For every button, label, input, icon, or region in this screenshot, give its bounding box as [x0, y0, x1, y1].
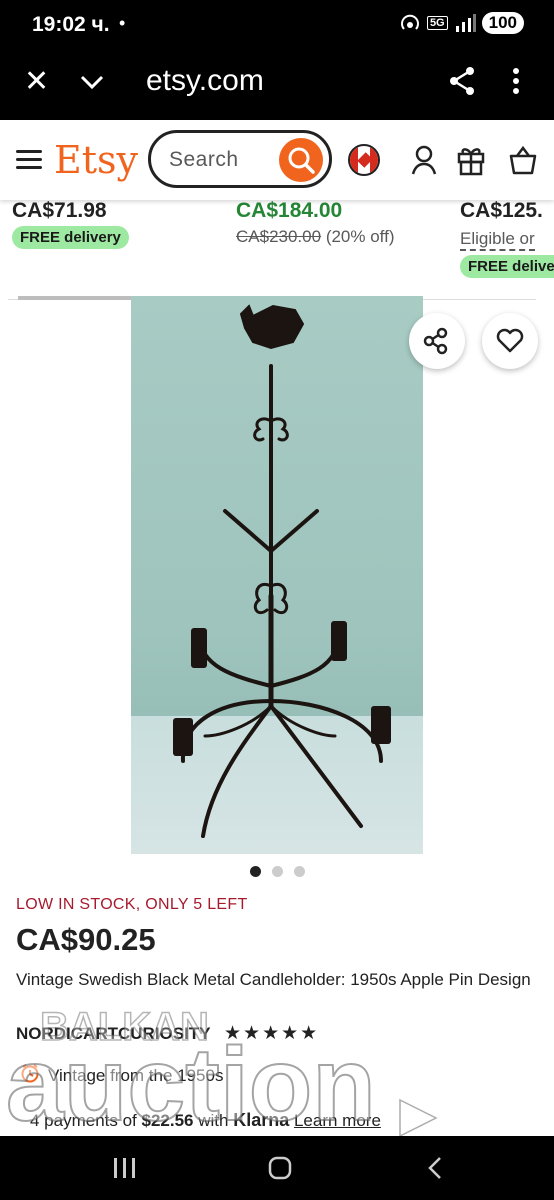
product-price: CA$90.25	[16, 922, 156, 957]
vintage-label: Vintage from the 1950s	[48, 1066, 224, 1085]
rec-eligible-note: Eligible or	[460, 229, 535, 251]
klarna-installments: 4 payments of $22.56 with Klarna Learn m…	[30, 1110, 381, 1130]
rec-original-price: CA$230.00 (20% off)	[236, 227, 395, 246]
carousel-dot-1[interactable]	[250, 866, 261, 877]
clock-icon	[21, 1064, 39, 1083]
carousel-dot-2[interactable]	[272, 866, 283, 877]
candleholder-illustration	[173, 304, 391, 838]
chevron-down-icon[interactable]	[78, 68, 106, 96]
notification-dot: •	[119, 13, 126, 33]
rec-discount: (20% off)	[325, 227, 395, 246]
home-icon[interactable]	[266, 1154, 294, 1182]
product-title: Vintage Swedish Black Metal Candleholder…	[16, 970, 531, 989]
status-bar: 19:02 ч. • 5G 100	[0, 0, 554, 48]
battery-level: 100	[481, 12, 524, 34]
rating-stars[interactable]: ★★★★★	[224, 1022, 319, 1045]
cart-icon[interactable]	[508, 144, 538, 176]
rec-price-2[interactable]: CA$184.00	[236, 199, 342, 223]
search-placeholder: Search	[169, 148, 239, 171]
carousel-dots	[250, 866, 305, 877]
heart-icon	[496, 328, 524, 353]
share-button[interactable]	[409, 313, 465, 369]
status-icons: 5G 100	[399, 12, 524, 34]
gift-icon[interactable]	[456, 144, 486, 176]
share-icon[interactable]	[448, 66, 476, 96]
recent-apps-icon[interactable]	[112, 1156, 138, 1180]
share-icon	[423, 327, 448, 355]
search-input[interactable]: Search	[148, 130, 332, 188]
rec-price-3[interactable]: CA$125.	[460, 199, 543, 223]
favorite-button[interactable]	[482, 313, 538, 369]
network-type: 5G	[426, 16, 448, 30]
back-icon[interactable]	[424, 1156, 446, 1180]
close-icon[interactable]: ✕	[24, 64, 49, 99]
stock-status: LOW IN STOCK, ONLY 5 LEFT	[16, 896, 248, 913]
canada-flag-icon[interactable]	[348, 144, 380, 176]
klarna-logo: Klarna	[233, 1110, 290, 1130]
free-delivery-badge: FREE delive	[460, 255, 554, 278]
rec-price-1[interactable]: CA$71.98	[12, 199, 107, 223]
product-image[interactable]	[131, 296, 423, 854]
hotspot-icon	[401, 14, 419, 30]
search-icon	[288, 147, 315, 174]
site-header: Etsy Search	[0, 120, 554, 200]
browser-toolbar: ✕ etsy.com	[0, 48, 554, 120]
shop-name[interactable]: NORDICARTCURIOSITY	[16, 1024, 211, 1044]
url-text[interactable]: etsy.com	[146, 64, 264, 98]
menu-icon[interactable]	[16, 150, 42, 174]
signal-icon	[455, 14, 476, 32]
klarna-amount: $22.56	[141, 1111, 194, 1130]
system-nav-bar	[0, 1136, 554, 1200]
klarna-learn-more-link[interactable]: Learn more	[294, 1111, 381, 1130]
search-button[interactable]	[279, 138, 323, 182]
free-delivery-badge: FREE delivery	[12, 226, 129, 249]
status-time: 19:02 ч.	[32, 13, 110, 36]
carousel-dot-3[interactable]	[294, 866, 305, 877]
etsy-logo[interactable]: Etsy	[54, 138, 138, 182]
account-icon[interactable]	[410, 144, 438, 176]
more-vert-icon[interactable]	[510, 66, 522, 96]
